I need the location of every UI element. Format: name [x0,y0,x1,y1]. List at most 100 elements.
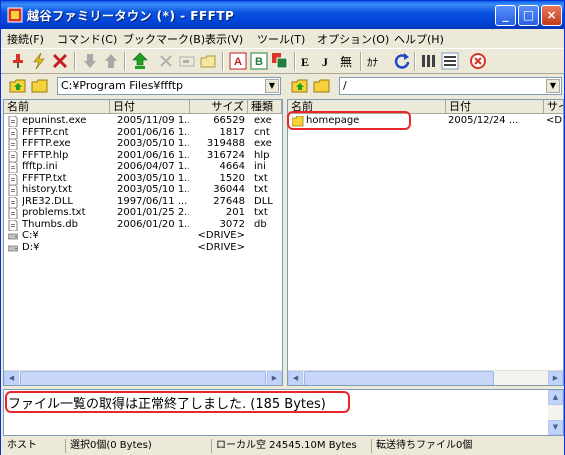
stop-icon[interactable] [469,52,487,70]
file-size: 27648 [213,195,245,207]
mkdir-icon[interactable] [199,52,217,70]
minimize-button[interactable]: _ [495,5,516,26]
remote-horizontal-scrollbar[interactable]: ◀ ▶ [288,370,563,385]
disconnect-icon[interactable] [51,52,69,70]
drive-icon [7,243,19,254]
local-path-combo[interactable]: C:¥Program Files¥ffftp ▼ [57,77,281,95]
delete-icon[interactable] [157,52,175,70]
file-size: 36044 [213,184,245,195]
local-file-row[interactable]: D:¥ <DRIVE> [4,242,282,254]
mirror-upload-icon[interactable] [131,52,149,70]
file-type: txt [254,172,268,184]
file-type: hlp [254,149,270,161]
menu-command[interactable]: コマンド(C) [57,31,117,47]
file-type: db [254,218,267,230]
status-host: ホスト [7,440,37,451]
local-up-folder-icon[interactable] [9,77,27,95]
svg-text:B: B [255,56,263,68]
remote-col-size[interactable]: サイ [544,100,563,114]
jis-icon[interactable]: J [319,52,337,70]
scroll-down-icon[interactable]: ▼ [548,420,563,435]
local-file-row[interactable]: FFFTP.txt 2003/05/10 1... 1520 txt [4,173,282,185]
remote-file-list[interactable]: 名前 日付 サイ homepage2005/12/24 ...<DI ◀ ▶ [287,99,564,386]
ascii-mode-icon[interactable]: A [229,52,247,70]
file-type: exe [254,115,272,126]
menu-tools[interactable]: ツール(T) [257,31,305,47]
menu-connect[interactable]: 接続(F) [7,31,44,47]
file-name: FFFTP.txt [22,172,67,184]
list-view-icon[interactable] [420,52,438,70]
remote-col-date[interactable]: 日付 [446,100,544,114]
rename-icon[interactable] [178,52,196,70]
scroll-up-icon[interactable]: ▲ [548,390,563,405]
file-date: 2006/04/07 1... [117,161,189,172]
file-date: 2005/12/24 ... [448,115,519,126]
maximize-button[interactable]: □ [518,5,539,26]
close-button[interactable]: × [541,5,562,26]
download-icon[interactable] [81,52,99,70]
file-size: 1520 [219,172,245,184]
file-icon [8,161,18,174]
local-file-row[interactable]: FFFTP.exe 2003/05/10 1... 319488 exe [4,138,282,151]
log-area[interactable]: ファイル一覧の取得は正常終了しました. (185 Bytes) ▲ ▼ [3,389,564,436]
local-path-dropdown-icon[interactable]: ▼ [265,79,279,93]
scroll-left-icon[interactable]: ◀ [288,371,303,385]
local-file-row[interactable]: ffftp.ini 2006/04/07 1... 4664 ini [4,161,282,174]
refresh-icon[interactable] [393,52,411,70]
svg-text:無: 無 [340,54,352,69]
scroll-right-icon[interactable]: ▶ [267,371,282,385]
file-name: JRE32.DLL [22,195,73,207]
local-file-list[interactable]: 名前 日付 サイズ 種類 epuninst.exe 2005/11/09 1...… [3,99,283,386]
local-file-row[interactable]: problems.txt 2001/01/25 2... 201 txt [4,207,282,220]
remote-scroll-thumb[interactable] [304,371,494,385]
menu-view[interactable]: 表示(V) [205,31,243,47]
local-col-name[interactable]: 名前 [4,100,110,114]
menu-help[interactable]: ヘルプ(H) [394,31,444,47]
kana-icon[interactable]: ｶﾅ [366,52,384,70]
local-open-folder-icon[interactable] [31,77,49,95]
title-bar[interactable]: 越谷ファミリータウン (*) - FFFTP _ □ × [1,1,564,29]
file-type: exe [254,138,272,149]
drive-icon [7,231,19,242]
local-file-row[interactable]: C:¥ <DRIVE> [4,230,282,242]
local-scroll-thumb[interactable] [20,371,266,385]
no-convert-icon[interactable]: 無 [339,52,357,70]
detail-view-icon[interactable] [441,52,459,70]
file-date: 2003/05/10 1... [117,184,189,195]
menu-options[interactable]: オプション(O) [317,31,389,47]
status-local-free: ローカル空 24545.10M Bytes [211,439,369,453]
scroll-right-icon[interactable]: ▶ [548,371,563,385]
status-selection: 選択0個(0 Bytes) [65,439,205,453]
remote-path-dropdown-icon[interactable]: ▼ [546,79,560,93]
local-col-date[interactable]: 日付 [110,100,190,114]
local-file-row[interactable]: epuninst.exe 2005/11/09 1... 66529 exe [4,115,282,128]
remote-up-folder-icon[interactable] [291,77,309,95]
file-type: cnt [254,126,270,138]
log-vertical-scrollbar[interactable]: ▲ ▼ [548,390,563,435]
euc-icon[interactable]: E [299,52,317,70]
local-col-type[interactable]: 種類 [248,100,282,114]
file-size: <DRIVE> [197,241,245,253]
local-col-size[interactable]: サイズ [190,100,248,114]
connect-icon[interactable] [9,52,27,70]
file-size: <DRIVE> [197,230,245,241]
local-file-row[interactable]: FFFTP.cnt 2001/06/16 1... 1817 cnt [4,127,282,139]
remote-open-folder-icon[interactable] [313,77,331,95]
local-file-row[interactable]: history.txt 2003/05/10 1... 36044 txt [4,184,282,197]
menu-bookmark[interactable]: ブックマーク(B) [123,31,205,47]
local-file-row[interactable]: JRE32.DLL 1997/06/11 ... 27648 DLL [4,196,282,208]
quick-connect-icon[interactable] [30,52,48,70]
toolbar: A B E J 無 ｶﾅ [1,48,564,74]
local-file-row[interactable]: FFFTP.hlp 2001/06/16 1... 316724 hlp [4,150,282,162]
remote-path-bar: / ▼ [287,75,564,97]
remote-path-combo[interactable]: / ▼ [339,77,562,95]
file-date: 2006/01/20 1... [117,218,189,230]
upload-icon[interactable] [102,52,120,70]
binary-mode-icon[interactable]: B [250,52,268,70]
local-horizontal-scrollbar[interactable]: ◀ ▶ [4,370,282,385]
file-icon [8,150,18,162]
file-size: 319488 [206,138,245,149]
local-file-row[interactable]: Thumbs.db 2006/01/20 1... 3072 db [4,219,282,231]
auto-mode-icon[interactable] [271,52,289,70]
scroll-left-icon[interactable]: ◀ [4,371,19,385]
